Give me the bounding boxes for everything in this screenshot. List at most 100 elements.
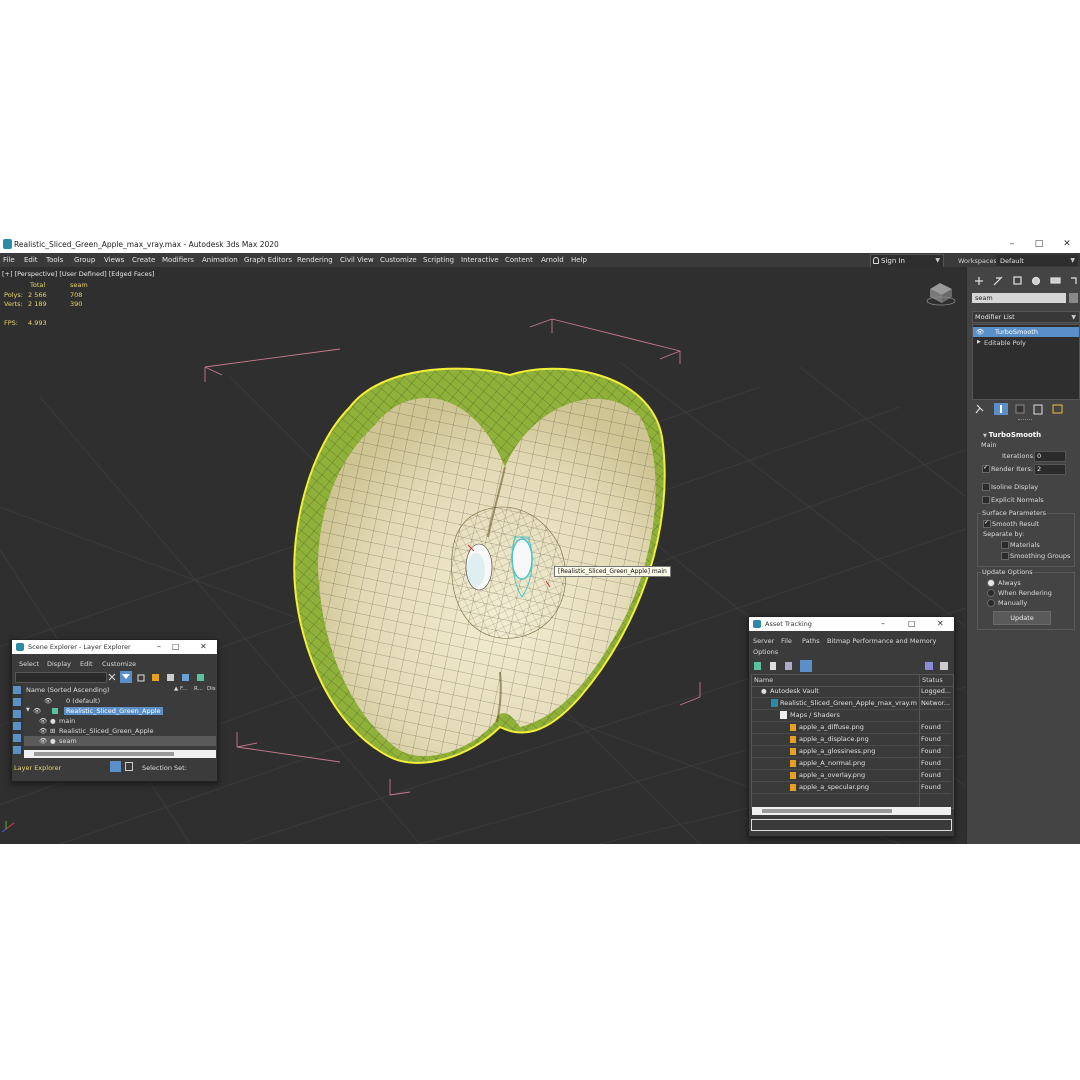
menu-tools[interactable]: Tools — [46, 256, 63, 264]
hierarchy-toggle-icon[interactable] — [125, 762, 133, 771]
asset-row-file[interactable]: apple_a_specular.png Found — [751, 782, 951, 794]
column-display-header[interactable]: Dis — [207, 686, 216, 692]
close-button[interactable]: ✕ — [937, 619, 944, 628]
display-geometry-icon[interactable] — [13, 698, 21, 706]
expand-arrow-icon[interactable]: ▶ — [977, 339, 981, 345]
explorer-menu-edit[interactable]: Edit — [80, 660, 93, 668]
asset-row-file[interactable]: apple_a_displace.png Found — [751, 734, 951, 746]
display-objects-icon[interactable] — [13, 686, 21, 694]
explorer-menu-select[interactable]: Select — [19, 660, 39, 668]
workspace-select[interactable]: Default ▼ — [996, 255, 1078, 266]
column-status-header[interactable]: Status — [922, 676, 943, 684]
asset-tracking-titlebar[interactable]: Asset Tracking – □ ✕ — [749, 617, 954, 631]
asset-row-maps-folder[interactable]: Maps / Shaders — [751, 710, 951, 722]
asset-path-field[interactable] — [751, 819, 952, 831]
collapse-arrow-icon[interactable]: ▼ — [26, 707, 30, 713]
explicit-normals-checkbox[interactable] — [982, 496, 990, 504]
render-iters-spinner[interactable]: 2 — [1034, 464, 1066, 475]
layers-toggle-icon[interactable] — [110, 761, 121, 772]
menu-scripting[interactable]: Scripting — [423, 256, 454, 264]
asset-row-file[interactable]: apple_a_glossiness.png Found — [751, 746, 951, 758]
maximize-button[interactable]: □ — [172, 642, 180, 651]
manually-radio[interactable] — [987, 599, 995, 607]
when-rendering-radio[interactable] — [987, 589, 995, 597]
display-shapes-icon[interactable] — [13, 710, 21, 718]
asset-menu-options[interactable]: Options — [753, 648, 778, 656]
display-helpers-icon[interactable] — [13, 746, 21, 754]
materials-checkbox[interactable] — [1001, 541, 1009, 549]
object-name-field[interactable]: seam — [972, 293, 1066, 303]
menu-interactive[interactable]: Interactive — [461, 256, 499, 264]
viewport-label[interactable]: [+] [Perspective] [User Defined] [Edged … — [2, 270, 154, 278]
eye-icon[interactable]: 👁 — [39, 737, 47, 745]
isoline-display-checkbox[interactable] — [982, 483, 990, 491]
layer-explorer-label[interactable]: Layer Explorer — [14, 764, 61, 772]
sign-in-dropdown[interactable]: Sign In ▼ — [870, 254, 944, 268]
smooth-result-checkbox[interactable] — [983, 519, 991, 528]
asset-menu-bitmap[interactable]: Bitmap Performance and Memory — [827, 637, 936, 645]
rollout-title-turbosmooth[interactable]: ▼ TurboSmooth — [983, 431, 1041, 439]
always-radio[interactable] — [987, 579, 995, 587]
menu-group[interactable]: Group — [74, 256, 95, 264]
menu-customize[interactable]: Customize — [380, 256, 417, 264]
tree-row-main[interactable]: 👁 ● main — [24, 716, 216, 726]
column-name-header[interactable]: Name (Sorted Ascending) — [26, 686, 110, 694]
iterations-spinner[interactable]: 0 — [1034, 451, 1066, 462]
asset-menu-server[interactable]: Server — [753, 637, 774, 645]
eye-icon[interactable]: 👁 — [44, 697, 52, 705]
menu-views[interactable]: Views — [104, 256, 124, 264]
asset-row-vault[interactable]: ● Autodesk Vault Logged... — [751, 686, 951, 698]
maximize-button[interactable]: □ — [1032, 238, 1046, 250]
asset-menu-file[interactable]: File — [781, 637, 792, 645]
column-freeze-header[interactable]: ▲ F... — [174, 686, 188, 692]
asset-row-max-file[interactable]: Realistic_Sliced_Green_Apple_max_vray.ma… — [751, 698, 951, 710]
scene-explorer-titlebar[interactable]: Scene Explorer - Layer Explorer – □ ✕ — [12, 640, 217, 654]
column-name-header[interactable]: Name — [754, 676, 773, 684]
object-color-swatch[interactable] — [1069, 293, 1078, 303]
eye-icon[interactable]: 👁 — [33, 707, 41, 715]
menu-civil-view[interactable]: Civil View — [340, 256, 374, 264]
modifier-list-dropdown[interactable]: Modifier List ▼ — [972, 311, 1080, 323]
menu-rendering[interactable]: Rendering — [297, 256, 333, 264]
horizontal-scrollbar[interactable] — [752, 807, 951, 815]
menu-help[interactable]: Help — [571, 256, 587, 264]
asset-row-file[interactable]: apple_A_normal.png Found — [751, 758, 951, 770]
menu-modifiers[interactable]: Modifiers — [162, 256, 194, 264]
asset-row-file[interactable]: apple_a_diffuse.png Found — [751, 722, 951, 734]
horizontal-scrollbar[interactable] — [24, 750, 216, 758]
tree-row-apple-group[interactable]: 👁 ⊞ Realistic_Sliced_Green_Apple — [24, 726, 216, 736]
explorer-menu-customize[interactable]: Customize — [102, 660, 136, 668]
tree-row-default-layer[interactable]: 👁 0 (default) — [24, 696, 216, 706]
tree-row-apple-layer[interactable]: ▼ 👁 Realistic_Sliced_Green_Apple — [24, 706, 216, 716]
menu-file[interactable]: File — [3, 256, 15, 264]
stack-item-editable-poly[interactable]: ▶ Editable Poly — [973, 338, 1079, 348]
menu-graph-editors[interactable]: Graph Editors — [244, 256, 292, 264]
column-render-header[interactable]: R... — [194, 686, 203, 692]
menu-edit[interactable]: Edit — [24, 256, 38, 264]
3ds-max-window: Realistic_Sliced_Green_Apple_max_vray.ma… — [0, 236, 1080, 844]
explorer-menu-display[interactable]: Display — [47, 660, 71, 668]
minimize-button[interactable]: – — [157, 642, 161, 651]
stack-item-turbosmooth[interactable]: 👁 TurboSmooth — [973, 327, 1079, 337]
minimize-button[interactable]: – — [881, 619, 885, 628]
eye-icon[interactable]: 👁 — [39, 717, 47, 725]
menu-arnold[interactable]: Arnold — [541, 256, 564, 264]
menu-content[interactable]: Content — [505, 256, 533, 264]
asset-menu-paths[interactable]: Paths — [802, 637, 820, 645]
close-button[interactable]: ✕ — [200, 642, 207, 651]
explorer-search-input[interactable] — [15, 672, 107, 683]
tree-row-seam[interactable]: 👁 ● seam — [24, 736, 216, 746]
menu-animation[interactable]: Animation — [202, 256, 238, 264]
menu-create[interactable]: Create — [132, 256, 155, 264]
update-button[interactable]: Update — [993, 611, 1051, 625]
display-lights-icon[interactable] — [13, 722, 21, 730]
eye-icon[interactable]: 👁 — [976, 328, 984, 336]
close-button[interactable]: ✕ — [1060, 238, 1074, 250]
maximize-button[interactable]: □ — [908, 619, 916, 628]
minimize-button[interactable]: – — [1005, 238, 1019, 250]
asset-row-file[interactable]: apple_a_overlay.png Found — [751, 770, 951, 782]
smoothing-groups-checkbox[interactable] — [1001, 552, 1009, 560]
display-cameras-icon[interactable] — [13, 734, 21, 742]
eye-icon[interactable]: 👁 — [39, 727, 47, 735]
render-iters-checkbox[interactable] — [982, 464, 990, 473]
